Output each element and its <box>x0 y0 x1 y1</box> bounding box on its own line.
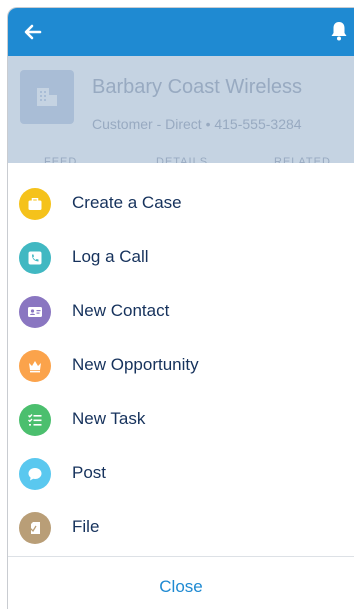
action-label: New Opportunity <box>72 355 199 374</box>
action-sheet: Create a Case Log a Call New Contact New… <box>8 163 354 609</box>
action-label: New Task <box>72 409 146 428</box>
file-icon <box>19 512 51 544</box>
phone-icon <box>19 242 51 274</box>
close-button[interactable]: Close <box>8 557 354 609</box>
briefcase-icon <box>19 188 51 220</box>
action-label: Post <box>72 463 107 482</box>
action-log-call[interactable]: Log a Call <box>8 231 354 285</box>
action-label: New Contact <box>72 301 170 320</box>
record-subtitle: Customer - Direct • 415-555-3284 <box>92 116 302 132</box>
checklist-icon <box>19 404 51 436</box>
record-name: Barbary Coast Wireless <box>92 76 303 98</box>
speech-bubble-icon <box>19 458 51 490</box>
action-new-opportunity[interactable]: New Opportunity <box>8 339 354 393</box>
crown-icon <box>19 350 51 382</box>
action-create-case[interactable]: Create a Case <box>8 177 354 231</box>
action-new-contact[interactable]: New Contact <box>8 285 354 339</box>
bell-icon[interactable] <box>329 20 349 42</box>
action-file[interactable]: File <box>8 501 354 555</box>
action-label: Create a Case <box>72 193 182 212</box>
contact-card-icon <box>19 296 51 328</box>
nav-bar <box>8 8 354 56</box>
action-label: Log a Call <box>72 247 149 266</box>
action-post[interactable]: Post <box>8 447 354 501</box>
close-label: Close <box>159 577 203 596</box>
account-icon <box>20 70 74 124</box>
action-label: File <box>72 517 100 536</box>
action-new-task[interactable]: New Task <box>8 393 354 447</box>
record-header: Barbary Coast Wireless Customer - Direct… <box>8 56 354 168</box>
phone-frame: Barbary Coast Wireless Customer - Direct… <box>7 7 354 609</box>
arrow-left-icon[interactable] <box>22 21 44 43</box>
